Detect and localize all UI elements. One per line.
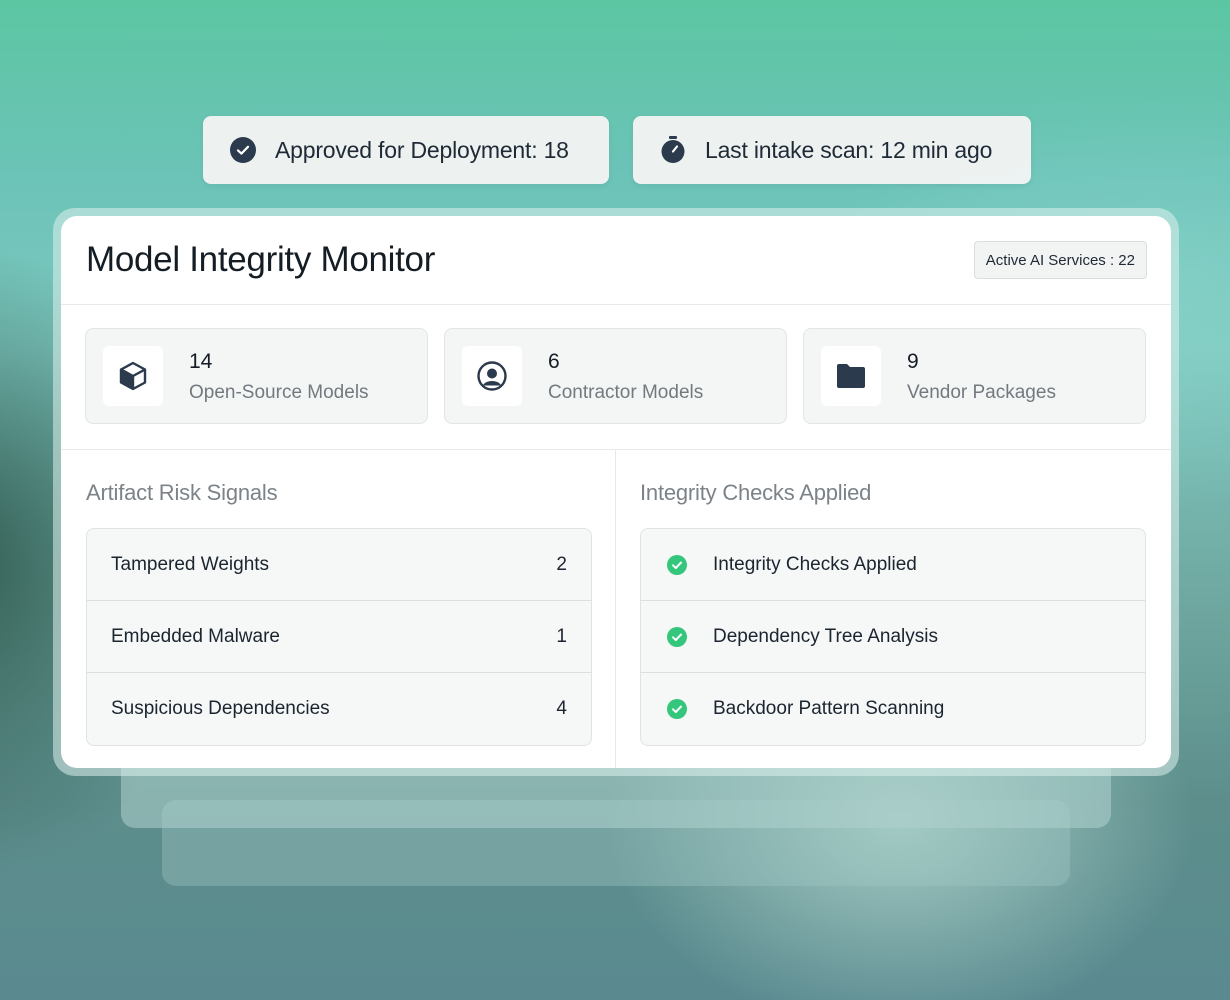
green-check-icon — [667, 699, 687, 719]
list-item[interactable]: Backdoor Pattern Scanning — [641, 673, 1145, 745]
risk-label: Tampered Weights — [111, 553, 270, 575]
green-check-icon — [667, 554, 687, 575]
last-scan-text: Last intake scan: 12 min ago — [705, 136, 993, 163]
last-scan-pill: Last intake scan: 12 min ago — [633, 116, 1031, 184]
stat-card-open-source[interactable]: 14 Open-Source Models — [85, 328, 428, 424]
detail-panes: Artifact Risk Signals Tampered Weights 2… — [61, 450, 1171, 768]
risk-label: Suspicious Dependencies — [111, 698, 330, 719]
check-label: Dependency Tree Analysis — [713, 625, 938, 647]
list-item[interactable]: Suspicious Dependencies 4 — [87, 673, 591, 745]
approved-count-text: Approved for Deployment: 18 — [275, 136, 569, 163]
risk-signals-list: Tampered Weights 2 Embedded Malware 1 Su… — [86, 528, 592, 746]
stat-card-vendor[interactable]: 9 Vendor Packages — [803, 328, 1146, 424]
pane-divider — [615, 450, 616, 768]
background: Approved for Deployment: 18 Last intake … — [0, 0, 1230, 1000]
integrity-checks-title: Integrity Checks Applied — [640, 480, 872, 505]
check-label: Backdoor Pattern Scanning — [713, 698, 945, 719]
stat-value: 9 — [907, 349, 919, 373]
stopwatch-icon — [659, 136, 687, 164]
model-integrity-card: Model Integrity Monitor Active AI Servic… — [61, 216, 1171, 768]
list-item[interactable]: Dependency Tree Analysis — [641, 601, 1145, 673]
list-item[interactable]: Tampered Weights 2 — [87, 529, 591, 601]
stat-label: Vendor Packages — [907, 381, 1056, 403]
approved-status-pill: Approved for Deployment: 18 — [203, 116, 609, 184]
card-header: Model Integrity Monitor Active AI Servic… — [61, 216, 1171, 305]
stat-label: Open-Source Models — [189, 381, 369, 403]
cube-icon — [103, 346, 163, 406]
risk-count: 2 — [556, 553, 567, 575]
folder-icon — [821, 346, 881, 406]
stat-value: 14 — [189, 349, 213, 373]
list-item[interactable]: Integrity Checks Applied — [641, 529, 1145, 601]
list-item[interactable]: Embedded Malware 1 — [87, 601, 591, 673]
risk-count: 4 — [556, 698, 567, 719]
stat-label: Contractor Models — [548, 381, 704, 403]
stat-value: 6 — [548, 349, 560, 373]
page-title: Model Integrity Monitor — [86, 240, 436, 279]
check-circle-icon — [229, 136, 257, 164]
integrity-checks-list: Integrity Checks Applied Dependency Tree… — [640, 528, 1146, 746]
check-label: Integrity Checks Applied — [713, 553, 917, 575]
risk-count: 1 — [556, 625, 567, 647]
active-services-badge: Active AI Services : 22 — [973, 241, 1147, 279]
risk-label: Embedded Malware — [111, 625, 280, 647]
stat-card-contractor[interactable]: 6 Contractor Models — [444, 328, 787, 424]
user-circle-icon — [462, 346, 522, 406]
green-check-icon — [667, 626, 687, 647]
risk-signals-title: Artifact Risk Signals — [86, 480, 278, 505]
